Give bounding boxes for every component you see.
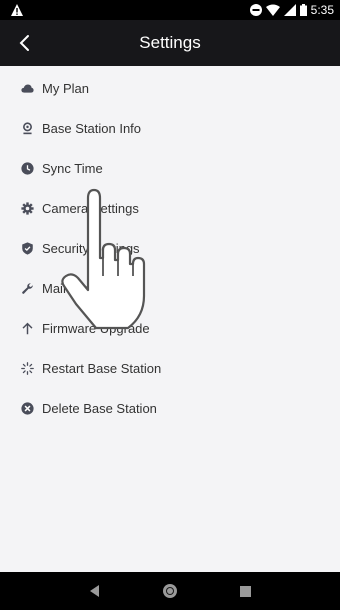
menu-item-label: Maintenance [42, 280, 117, 296]
menu-item-label: Delete Base Station [42, 400, 157, 416]
menu-item-security-settings[interactable]: Security Settings [0, 228, 340, 268]
cell-signal-icon [283, 4, 296, 16]
nav-home-button[interactable] [140, 572, 200, 610]
square-recents-icon [239, 585, 251, 597]
android-nav-bar [0, 572, 340, 610]
status-time: 5:35 [310, 3, 334, 17]
wifi-icon [265, 4, 280, 16]
nav-recents-button[interactable] [215, 572, 275, 610]
menu-item-camera-settings[interactable]: Camera Settings [0, 188, 340, 228]
menu-item-label: Security Settings [42, 240, 140, 256]
menu-item-sync-time[interactable]: Sync Time [0, 148, 340, 188]
menu-item-firmware-upgrade[interactable]: Firmware Upgrade [0, 308, 340, 348]
cloud-icon [20, 81, 34, 95]
warning-icon [11, 4, 23, 16]
circle-home-icon [163, 584, 177, 598]
triangle-back-icon [90, 585, 99, 597]
gear-icon [20, 201, 34, 215]
menu-item-delete-base-station[interactable]: Delete Base Station [0, 388, 340, 428]
menu-item-my-plan[interactable]: My Plan [0, 68, 340, 108]
battery-icon [299, 4, 307, 16]
base-station-icon [20, 121, 34, 135]
menu-item-restart-base-station[interactable]: Restart Base Station [0, 348, 340, 388]
do-not-disturb-icon [249, 4, 262, 16]
nav-back-button[interactable] [65, 572, 125, 610]
shield-icon [20, 241, 34, 255]
app-header: Settings [0, 20, 340, 66]
menu-item-label: Sync Time [42, 160, 103, 176]
menu-item-base-station-info[interactable]: Base Station Info [0, 108, 340, 148]
spinner-icon [20, 361, 34, 375]
menu-item-label: Restart Base Station [42, 360, 162, 376]
status-bar: 5:35 [0, 0, 340, 20]
menu-item-label: Base Station Info [42, 120, 142, 136]
menu-item-maintenance[interactable]: Maintenance [0, 268, 340, 308]
clock-icon [20, 161, 34, 175]
menu-item-label: My Plan [42, 80, 89, 96]
page-title: Settings [139, 33, 201, 52]
menu-item-label: Firmware Upgrade [42, 320, 150, 336]
delete-circle-icon [20, 401, 34, 415]
menu-item-label: Camera Settings [42, 200, 139, 216]
settings-menu: My Plan Base Station Info Sync Time Came… [0, 68, 340, 428]
arrow-up-icon [20, 321, 34, 335]
wrench-icon [20, 281, 34, 295]
